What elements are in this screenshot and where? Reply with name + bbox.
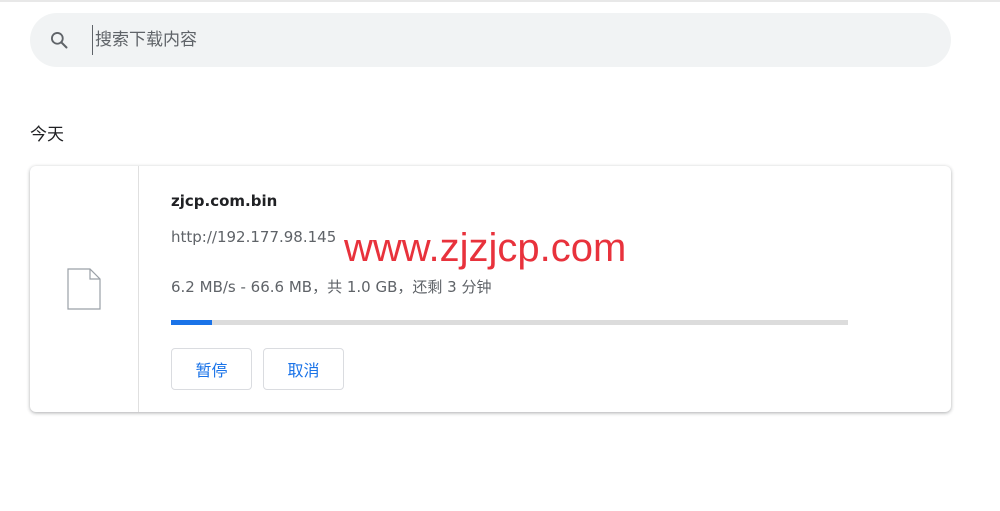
search-input[interactable] [92, 25, 875, 55]
search-icon[interactable] [48, 29, 70, 51]
watermark-text: www.zjzjcp.com [344, 226, 627, 270]
pause-button[interactable]: 暂停 [171, 348, 252, 390]
file-icon [67, 268, 101, 310]
download-progress-fill [171, 320, 212, 325]
download-icon-area [30, 166, 139, 412]
download-progress-bar [171, 320, 848, 325]
cancel-button[interactable]: 取消 [263, 348, 344, 390]
top-divider [0, 0, 1000, 2]
download-item-card: zjcp.com.bin http://192.177.98.145 6.2 M… [30, 166, 951, 412]
date-group-title: 今天 [30, 125, 64, 145]
file-name-link[interactable]: zjcp.com.bin [171, 192, 277, 210]
download-status-text: 6.2 MB/s - 66.6 MB，共 1.0 GB，还剩 3 分钟 [171, 278, 492, 296]
file-source-url[interactable]: http://192.177.98.145 [171, 228, 336, 246]
search-bar [30, 13, 951, 67]
